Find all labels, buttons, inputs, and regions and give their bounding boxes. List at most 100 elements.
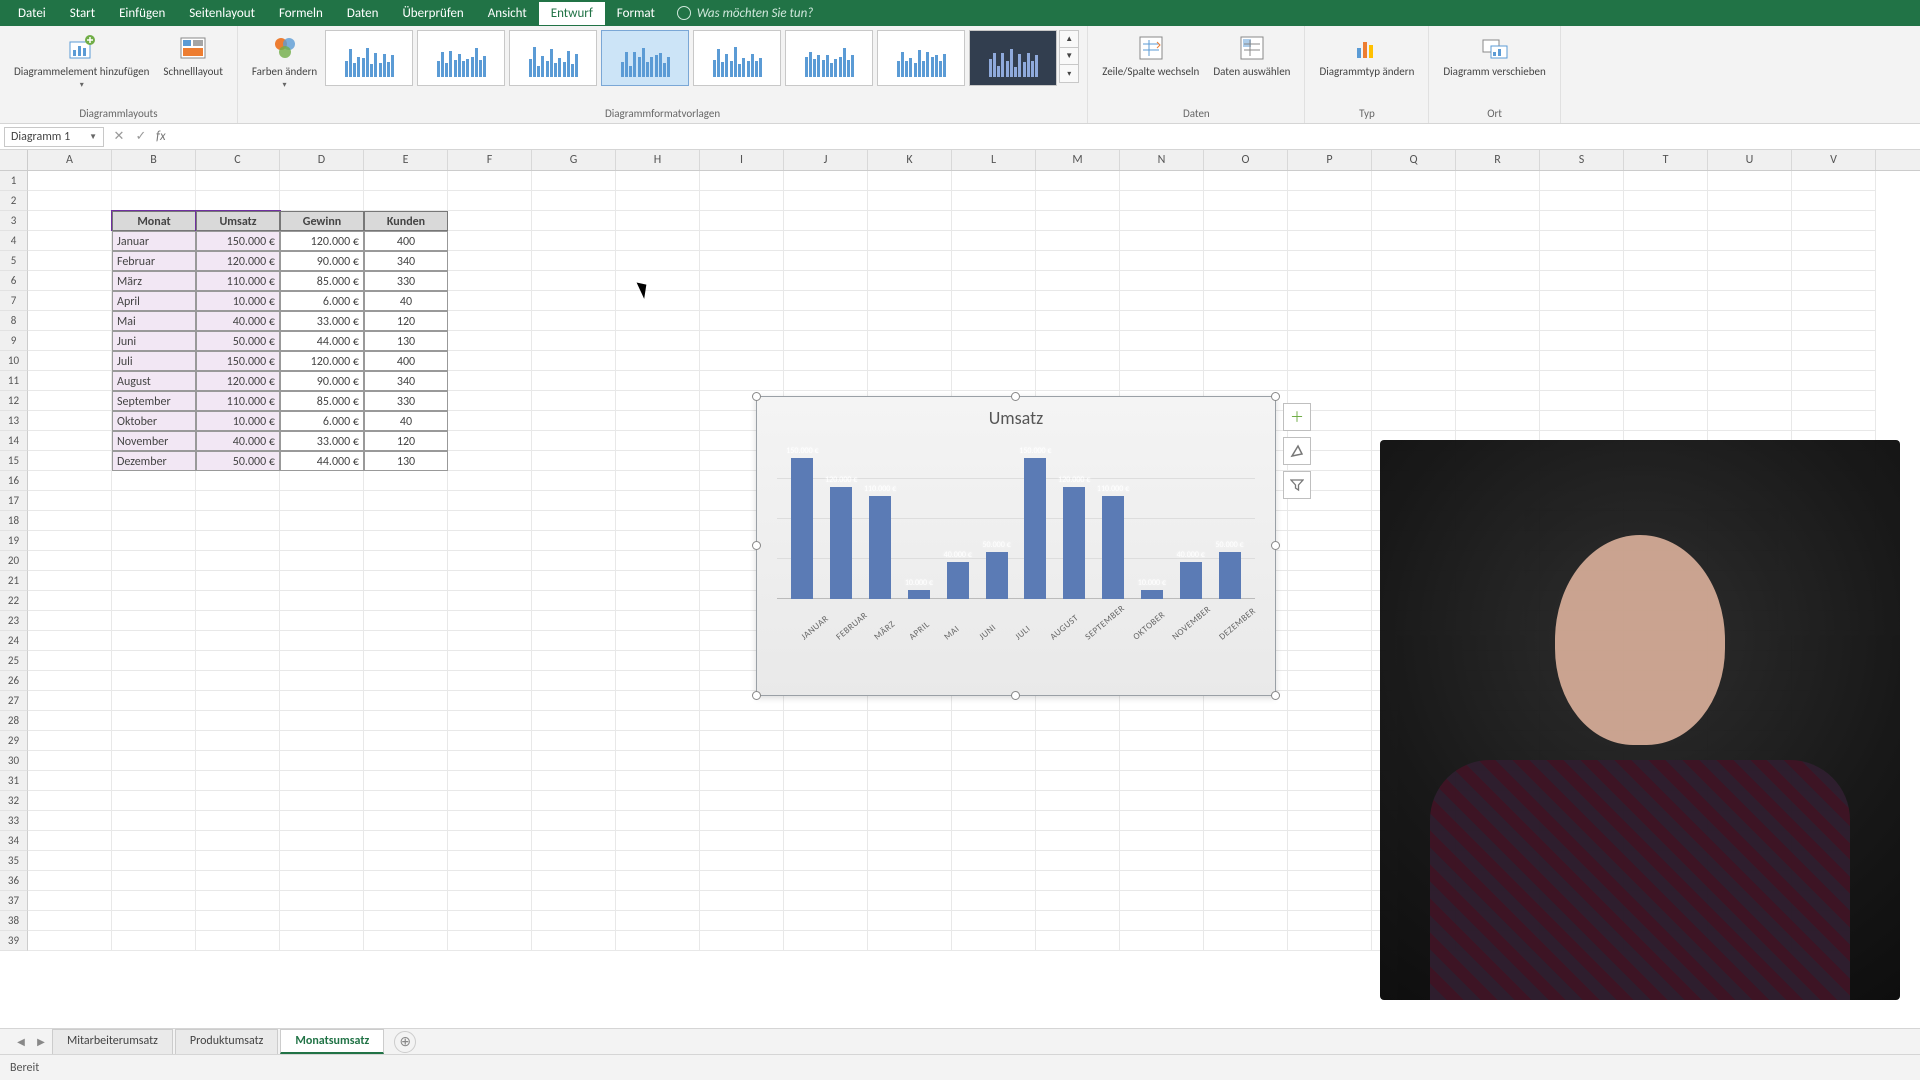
cell[interactable]	[532, 231, 616, 251]
cell[interactable]	[1456, 411, 1540, 431]
add-chart-element-button[interactable]: Diagrammelement hinzufügen ▾	[8, 30, 155, 92]
cell[interactable]	[1204, 891, 1288, 911]
cell[interactable]	[364, 671, 448, 691]
column-header[interactable]: S	[1540, 150, 1624, 170]
cell[interactable]	[196, 511, 280, 531]
cell[interactable]	[448, 751, 532, 771]
cell[interactable]	[868, 291, 952, 311]
column-header[interactable]: T	[1624, 150, 1708, 170]
cell[interactable]	[28, 351, 112, 371]
cell[interactable]	[616, 191, 700, 211]
cell[interactable]	[1288, 611, 1372, 631]
cell[interactable]	[112, 471, 196, 491]
cell[interactable]	[448, 171, 532, 191]
cell[interactable]	[1288, 671, 1372, 691]
row-header[interactable]: 27	[0, 691, 28, 711]
cell[interactable]	[616, 471, 700, 491]
ribbon-tab-start[interactable]: Start	[58, 2, 107, 25]
cell[interactable]	[448, 611, 532, 631]
cell[interactable]	[1120, 231, 1204, 251]
row-header[interactable]: 35	[0, 851, 28, 871]
cell[interactable]	[196, 171, 280, 191]
cell[interactable]	[1288, 351, 1372, 371]
cell[interactable]	[112, 771, 196, 791]
cell[interactable]	[1456, 171, 1540, 191]
row-header[interactable]: 37	[0, 891, 28, 911]
cell[interactable]	[532, 431, 616, 451]
cell[interactable]: 340	[364, 251, 448, 271]
cell[interactable]	[868, 751, 952, 771]
cell[interactable]	[28, 311, 112, 331]
cell[interactable]	[1204, 311, 1288, 331]
column-header[interactable]: A	[28, 150, 112, 170]
chart-bar[interactable]	[1180, 562, 1202, 600]
cell[interactable]	[112, 891, 196, 911]
cell[interactable]	[1540, 411, 1624, 431]
cell[interactable]	[196, 691, 280, 711]
cell[interactable]	[1372, 311, 1456, 331]
cell[interactable]	[1288, 551, 1372, 571]
cell[interactable]	[616, 371, 700, 391]
cell[interactable]	[1036, 191, 1120, 211]
cell[interactable]	[1204, 791, 1288, 811]
cell[interactable]	[1204, 371, 1288, 391]
cell[interactable]: Monat	[112, 211, 196, 231]
cell[interactable]	[364, 731, 448, 751]
cell[interactable]	[700, 911, 784, 931]
cell[interactable]	[1624, 191, 1708, 211]
cell[interactable]	[280, 811, 364, 831]
cell[interactable]	[196, 831, 280, 851]
column-header[interactable]: V	[1792, 150, 1876, 170]
cell[interactable]	[448, 831, 532, 851]
row-header[interactable]: 23	[0, 611, 28, 631]
cell[interactable]	[28, 771, 112, 791]
cell[interactable]	[616, 931, 700, 951]
cell[interactable]: Februar	[112, 251, 196, 271]
chart-title[interactable]: Umsatz	[757, 397, 1275, 435]
cell[interactable]	[1708, 311, 1792, 331]
cell[interactable]	[700, 171, 784, 191]
ribbon-tab-ansicht[interactable]: Ansicht	[476, 2, 539, 25]
ribbon-tab-daten[interactable]: Daten	[335, 2, 391, 25]
cell[interactable]	[700, 251, 784, 271]
cell[interactable]	[448, 871, 532, 891]
chart-styles-button[interactable]	[1283, 437, 1311, 465]
cell[interactable]	[952, 191, 1036, 211]
cell[interactable]	[784, 931, 868, 951]
cell[interactable]: Dezember	[112, 451, 196, 471]
cell[interactable]	[1036, 291, 1120, 311]
cell[interactable]	[196, 751, 280, 771]
cell[interactable]	[1540, 251, 1624, 271]
cell[interactable]	[280, 911, 364, 931]
chart-bar[interactable]	[908, 590, 930, 599]
cell[interactable]	[784, 231, 868, 251]
cell[interactable]	[1036, 831, 1120, 851]
cell[interactable]: 130	[364, 451, 448, 471]
cell[interactable]	[700, 751, 784, 771]
cell[interactable]	[1456, 331, 1540, 351]
cell[interactable]	[1288, 631, 1372, 651]
cell[interactable]	[1372, 351, 1456, 371]
row-header[interactable]: 39	[0, 931, 28, 951]
cell[interactable]: April	[112, 291, 196, 311]
cell[interactable]	[532, 371, 616, 391]
cell[interactable]	[364, 771, 448, 791]
cell[interactable]	[700, 731, 784, 751]
cell[interactable]	[448, 731, 532, 751]
cell[interactable]	[868, 871, 952, 891]
cell[interactable]	[1708, 251, 1792, 271]
column-header[interactable]: Q	[1372, 150, 1456, 170]
cell[interactable]	[1792, 411, 1876, 431]
chart-bar[interactable]	[791, 458, 813, 599]
cell[interactable]	[1120, 271, 1204, 291]
row-header[interactable]: 7	[0, 291, 28, 311]
cell[interactable]	[112, 791, 196, 811]
cell[interactable]	[616, 591, 700, 611]
cell[interactable]	[784, 911, 868, 931]
cell[interactable]	[1456, 191, 1540, 211]
cell[interactable]	[112, 191, 196, 211]
chart-style-thumb[interactable]	[417, 30, 505, 86]
cell[interactable]	[700, 271, 784, 291]
cell[interactable]	[1120, 771, 1204, 791]
cell[interactable]	[28, 931, 112, 951]
